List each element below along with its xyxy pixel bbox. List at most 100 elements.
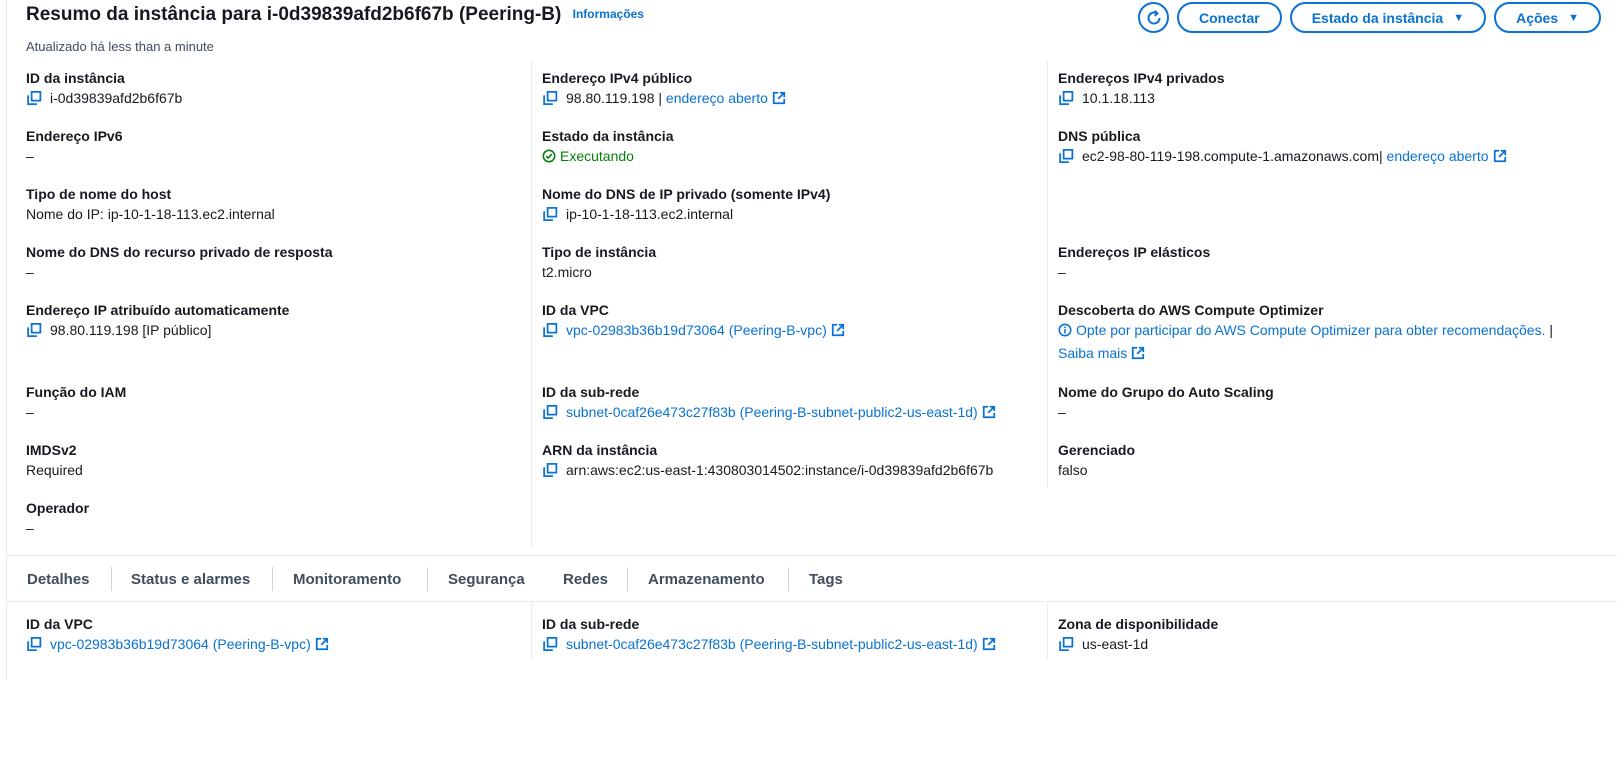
- details-grid: ID da instância i-0d39839afd2b6f67b Ende…: [7, 60, 1617, 555]
- open-address-link[interactable]: endereço aberto: [1387, 148, 1489, 164]
- separator: |: [1549, 322, 1554, 338]
- copy-icon[interactable]: [1058, 149, 1078, 163]
- external-link-icon[interactable]: [1131, 346, 1145, 360]
- field-public-ipv4: Endereço IPv4 público 98.80.119.198 | en…: [542, 68, 1057, 108]
- copy-icon[interactable]: [26, 637, 46, 651]
- page-title: Resumo da instância para i-0d39839afd2b6…: [26, 4, 644, 26]
- field-compute-optimizer: Descoberta do AWS Compute Optimizer Opte…: [1058, 300, 1617, 363]
- last-updated-text: Atualizado há less than a minute: [26, 39, 214, 54]
- connect-button[interactable]: Conectar: [1177, 2, 1282, 33]
- tab-divider: [788, 567, 789, 591]
- details-column-2: Endereço IPv4 público 98.80.119.198 | en…: [531, 60, 1047, 547]
- external-link-icon[interactable]: [982, 637, 996, 651]
- field-elastic-ips: Endereços IP elásticos –: [1058, 242, 1617, 282]
- separator: |: [1379, 148, 1383, 164]
- page-title-text: Resumo da instância para i-0d39839afd2b6…: [26, 4, 562, 25]
- copy-icon[interactable]: [542, 405, 562, 419]
- field-auto-ip: Endereço IP atribuído automaticamente 98…: [26, 300, 531, 340]
- connect-button-label: Conectar: [1199, 9, 1260, 26]
- copy-icon[interactable]: [1058, 637, 1078, 651]
- field-managed: Gerenciado falso: [1058, 440, 1617, 480]
- field-label: ID da sub-rede: [542, 384, 640, 400]
- copy-icon[interactable]: [542, 207, 562, 221]
- field-value: Saiba mais: [1058, 343, 1617, 363]
- header-actions: Conectar Estado da instância ▼ Ações ▼: [1138, 2, 1601, 33]
- field-value: arn:aws:ec2:us-east-1:430803014502:insta…: [542, 460, 1057, 480]
- field-label: ID da VPC: [26, 616, 93, 632]
- tab-monitoring[interactable]: Monitoramento: [293, 556, 401, 602]
- private-dns-value: ip-10-1-18-113.ec2.internal: [566, 206, 734, 222]
- field-value: us-east-1d: [1058, 634, 1617, 654]
- field-value: i-0d39839afd2b6f67b: [26, 88, 531, 108]
- copy-icon[interactable]: [26, 323, 46, 337]
- field-label: Operador: [26, 500, 90, 516]
- field-operator: Operador –: [26, 498, 531, 538]
- copy-icon[interactable]: [542, 323, 562, 337]
- copy-icon[interactable]: [542, 91, 562, 105]
- field-label: Endereço IP atribuído automaticamente: [26, 302, 290, 318]
- field-label: Tipo de instância: [542, 244, 657, 260]
- tab-divider: [627, 567, 628, 591]
- compute-optimizer-opt-in-link[interactable]: Opte por participar do AWS Compute Optim…: [1076, 322, 1545, 338]
- field-private-resource-dns: Nome do DNS do recurso privado de respos…: [26, 242, 531, 282]
- subnet-id-link[interactable]: subnet-0caf26e473c27f83b (Peering-B-subn…: [566, 404, 978, 420]
- networking-column-2: ID da sub-rede subnet-0caf26e473c27f83b …: [531, 602, 1047, 660]
- instance-state-dropdown-label: Estado da instância: [1311, 9, 1444, 26]
- tab-status-alarms[interactable]: Status e alarmes: [131, 556, 250, 602]
- field-value: 10.1.18.113: [1058, 88, 1617, 108]
- tab-networking[interactable]: Redes: [545, 556, 626, 602]
- refresh-button[interactable]: [1138, 2, 1170, 33]
- external-link-icon[interactable]: [982, 405, 996, 419]
- field-value: Opte por participar do AWS Compute Optim…: [1058, 320, 1617, 340]
- instance-type-value: t2.micro: [542, 264, 592, 280]
- field-value: subnet-0caf26e473c27f83b (Peering-B-subn…: [542, 634, 1057, 654]
- copy-icon[interactable]: [542, 463, 562, 477]
- field-imdsv2: IMDSv2 Required: [26, 440, 531, 480]
- field-ipv6: Endereço IPv6 –: [26, 126, 531, 166]
- tab-storage[interactable]: Armazenamento: [648, 556, 765, 602]
- actions-dropdown[interactable]: Ações ▼: [1494, 2, 1601, 33]
- field-label: Nome do DNS do recurso privado de respos…: [26, 244, 333, 260]
- networking-column-1: ID da VPC vpc-02983b36b19d73064 (Peering…: [26, 602, 531, 660]
- tab-tags[interactable]: Tags: [809, 556, 843, 602]
- external-link-icon[interactable]: [831, 323, 845, 337]
- field-label: DNS pública: [1058, 128, 1141, 144]
- net-vpc-id-link[interactable]: vpc-02983b36b19d73064 (Peering-B-vpc): [50, 636, 311, 652]
- private-ipv4-value: 10.1.18.113: [1082, 90, 1155, 106]
- external-link-icon[interactable]: [315, 637, 329, 651]
- instance-state-value: Executando: [560, 148, 634, 164]
- tab-details[interactable]: Detalhes: [27, 556, 90, 602]
- actions-dropdown-label: Ações: [1516, 9, 1559, 26]
- separator: |: [658, 90, 663, 106]
- public-dns-value: ec2-98-80-119-198.compute-1.amazonaws.co…: [1082, 148, 1380, 164]
- field-label: ARN da instância: [542, 442, 658, 458]
- copy-icon[interactable]: [1058, 91, 1078, 105]
- instance-state-dropdown[interactable]: Estado da instância ▼: [1289, 2, 1487, 33]
- instance-summary-panel: Resumo da instância para i-0d39839afd2b6…: [6, 0, 1617, 680]
- operator-value: –: [26, 520, 34, 536]
- open-address-link[interactable]: endereço aberto: [666, 90, 768, 106]
- details-column-3: Endereços IPv4 privados 10.1.18.113 DNS …: [1047, 60, 1607, 488]
- summary-header: Resumo da instância para i-0d39839afd2b6…: [7, 0, 1617, 60]
- info-icon: [1058, 323, 1072, 337]
- external-link-icon[interactable]: [1493, 149, 1507, 163]
- net-subnet-id-link[interactable]: subnet-0caf26e473c27f83b (Peering-B-subn…: [566, 636, 978, 652]
- ipv6-value: –: [26, 148, 34, 164]
- tab-security[interactable]: Segurança: [448, 556, 525, 602]
- vpc-id-link[interactable]: vpc-02983b36b19d73064 (Peering-B-vpc): [566, 322, 827, 338]
- external-link-icon[interactable]: [772, 91, 786, 105]
- copy-icon[interactable]: [26, 91, 46, 105]
- net-field-subnet-id: ID da sub-rede subnet-0caf26e473c27f83b …: [542, 614, 1057, 654]
- imdsv2-value: Required: [26, 462, 83, 478]
- field-label: Endereço IPv6: [26, 128, 123, 144]
- info-link[interactable]: Informações: [573, 7, 644, 21]
- field-value: 98.80.119.198 [IP público]: [26, 320, 531, 340]
- field-instance-arn: ARN da instância arn:aws:ec2:us-east-1:4…: [542, 440, 1057, 480]
- field-label: Zona de disponibilidade: [1058, 616, 1219, 632]
- field-value: vpc-02983b36b19d73064 (Peering-B-vpc): [542, 320, 1057, 340]
- copy-icon[interactable]: [542, 637, 562, 651]
- field-subnet-id: ID da sub-rede subnet-0caf26e473c27f83b …: [542, 382, 1057, 422]
- field-asg-name: Nome do Grupo do Auto Scaling –: [1058, 382, 1617, 422]
- instance-id-value: i-0d39839afd2b6f67b: [50, 90, 183, 106]
- learn-more-link[interactable]: Saiba mais: [1058, 345, 1127, 361]
